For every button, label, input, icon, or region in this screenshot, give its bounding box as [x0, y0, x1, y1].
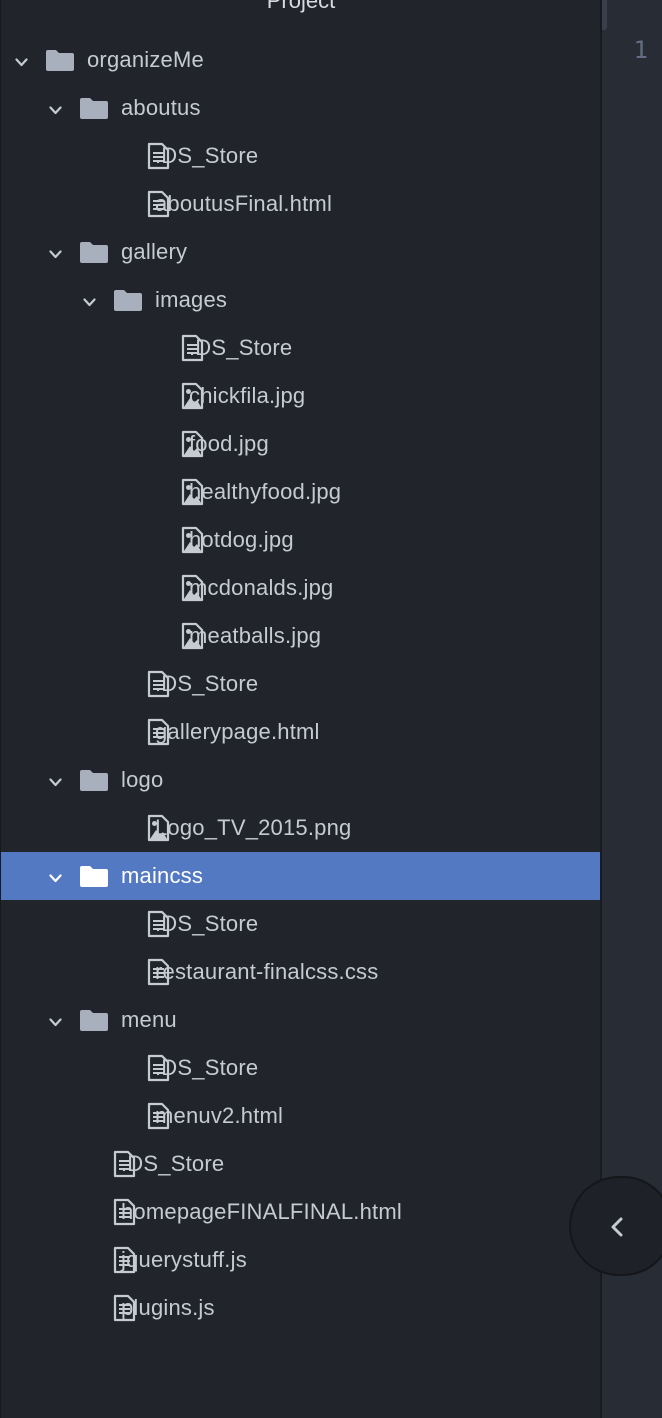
tree-item-label: restaurant-finalcss.css — [155, 959, 379, 984]
tree-item-label: menuv2.html — [155, 1103, 284, 1128]
tree-item-label: maincss — [121, 863, 204, 888]
expand-toggle[interactable] — [83, 294, 96, 307]
tree-file-ds-store[interactable]: .DS_Store — [1, 1140, 601, 1188]
tree-file-jquerystuff-js[interactable]: jquerystuff.js — [1, 1236, 601, 1284]
tree-folder-images[interactable]: images — [1, 276, 601, 324]
tree-item-label: menu — [121, 1007, 177, 1032]
tree-file-ds-store[interactable]: .DS_Store — [1, 660, 601, 708]
tree-item-label: meatballs.jpg — [189, 623, 322, 648]
expand-toggle[interactable] — [49, 246, 62, 259]
tree-file-ds-store[interactable]: .DS_Store — [1, 1044, 601, 1092]
app-window: Project organizeMe aboutus .DS_Store aboutu… — [0, 0, 662, 1418]
tree-folder-gallery[interactable]: gallery — [1, 228, 601, 276]
tree-item-label: plugins.js — [121, 1295, 215, 1320]
folder-icon-wrap — [113, 288, 143, 317]
tree-folder-organizeme[interactable]: organizeMe — [1, 36, 601, 84]
tree-item-label: .DS_Store — [189, 335, 293, 360]
expand-toggle[interactable] — [49, 774, 62, 787]
chevron-down-icon — [49, 106, 62, 115]
tree-folder-menu[interactable]: menu — [1, 996, 601, 1044]
tree-item-label: jquerystuff.js — [121, 1247, 247, 1272]
tree-item-label: chickfila.jpg — [189, 383, 306, 408]
chevron-down-icon — [15, 58, 28, 67]
expand-toggle[interactable] — [49, 102, 62, 115]
tree-file-mcdonalds-jpg[interactable]: mcdonalds.jpg — [1, 564, 601, 612]
file-tree: organizeMe aboutus .DS_Store aboutusFinal.h… — [1, 36, 601, 1332]
tree-item-label: aboutus — [121, 95, 201, 120]
expand-toggle[interactable] — [15, 54, 28, 67]
folder-icon-wrap — [79, 1008, 109, 1037]
tree-file-food-jpg[interactable]: food.jpg — [1, 420, 601, 468]
tree-item-label: logo — [121, 767, 164, 792]
tree-file-meatballs-jpg[interactable]: meatballs.jpg — [1, 612, 601, 660]
tree-file-menuv2-html[interactable]: menuv2.html — [1, 1092, 601, 1140]
folder-icon — [80, 866, 108, 887]
tree-item-label: Logo_TV_2015.png — [155, 815, 352, 840]
tree-file-aboutusfinal-html[interactable]: aboutusFinal.html — [1, 180, 601, 228]
tree-file-logo-tv-2015-png[interactable]: Logo_TV_2015.png — [1, 804, 601, 852]
tree-item-label: healthyfood.jpg — [189, 479, 342, 504]
tree-folder-logo[interactable]: logo — [1, 756, 601, 804]
tree-file-gallerypage-html[interactable]: gallerypage.html — [1, 708, 601, 756]
tree-item-label: mcdonalds.jpg — [189, 575, 334, 600]
folder-icon-wrap — [79, 864, 109, 893]
tree-item-label: food.jpg — [189, 431, 269, 456]
expand-toggle[interactable] — [49, 1014, 62, 1027]
tree-item-label: gallery — [121, 239, 188, 264]
tree-item-label: homepageFINALFINAL.html — [121, 1199, 402, 1224]
tree-file-ds-store[interactable]: .DS_Store — [1, 132, 601, 180]
tree-item-label: .DS_Store — [121, 1151, 225, 1176]
tree-item-label: images — [155, 287, 228, 312]
line-number: 1 — [633, 36, 648, 64]
folder-icon-wrap — [79, 96, 109, 125]
tree-file-restaurant-finalcss-css[interactable]: restaurant-finalcss.css — [1, 948, 601, 996]
expand-toggle[interactable] — [49, 870, 62, 883]
tree-item-label: gallerypage.html — [155, 719, 320, 744]
tree-file-homepagefinalfinal-html[interactable]: homepageFINALFINAL.html — [1, 1188, 601, 1236]
chevron-left-icon — [611, 1217, 623, 1237]
tree-item-label: aboutusFinal.html — [155, 191, 333, 216]
folder-icon — [80, 770, 108, 791]
chevron-down-icon — [49, 778, 62, 787]
folder-icon-wrap — [79, 240, 109, 269]
tree-file-ds-store[interactable]: .DS_Store — [1, 324, 601, 372]
folder-icon — [114, 290, 142, 311]
chevron-down-icon — [83, 298, 96, 307]
tree-item-label: organizeMe — [87, 47, 204, 72]
folder-icon-wrap — [45, 48, 75, 77]
tree-item-label: hotdog.jpg — [189, 527, 294, 552]
tree-file-healthyfood-jpg[interactable]: healthyfood.jpg — [1, 468, 601, 516]
folder-icon — [80, 1010, 108, 1031]
tree-folder-maincss[interactable]: maincss — [1, 852, 601, 900]
tree-file-hotdog-jpg[interactable]: hotdog.jpg — [1, 516, 601, 564]
chevron-down-icon — [49, 250, 62, 259]
editor-scrollbar[interactable] — [602, 0, 607, 30]
tree-file-plugins-js[interactable]: plugins.js — [1, 1284, 601, 1332]
chevron-down-icon — [49, 874, 62, 883]
panel-title: Project — [266, 0, 336, 13]
folder-icon — [46, 50, 74, 71]
project-tree-panel: Project organizeMe aboutus .DS_Store aboutu… — [0, 0, 601, 1418]
tree-item-label: .DS_Store — [155, 671, 259, 696]
chevron-down-icon — [49, 1018, 62, 1027]
folder-icon — [80, 98, 108, 119]
tree-folder-aboutus[interactable]: aboutus — [1, 84, 601, 132]
tree-file-chickfila-jpg[interactable]: chickfila.jpg — [1, 372, 601, 420]
collapse-panel-button[interactable] — [569, 1176, 662, 1276]
tree-item-label: .DS_Store — [155, 1055, 259, 1080]
folder-icon-wrap — [79, 768, 109, 797]
tree-item-label: .DS_Store — [155, 143, 259, 168]
tree-file-ds-store[interactable]: .DS_Store — [1, 900, 601, 948]
tree-item-label: .DS_Store — [155, 911, 259, 936]
folder-icon — [80, 242, 108, 263]
